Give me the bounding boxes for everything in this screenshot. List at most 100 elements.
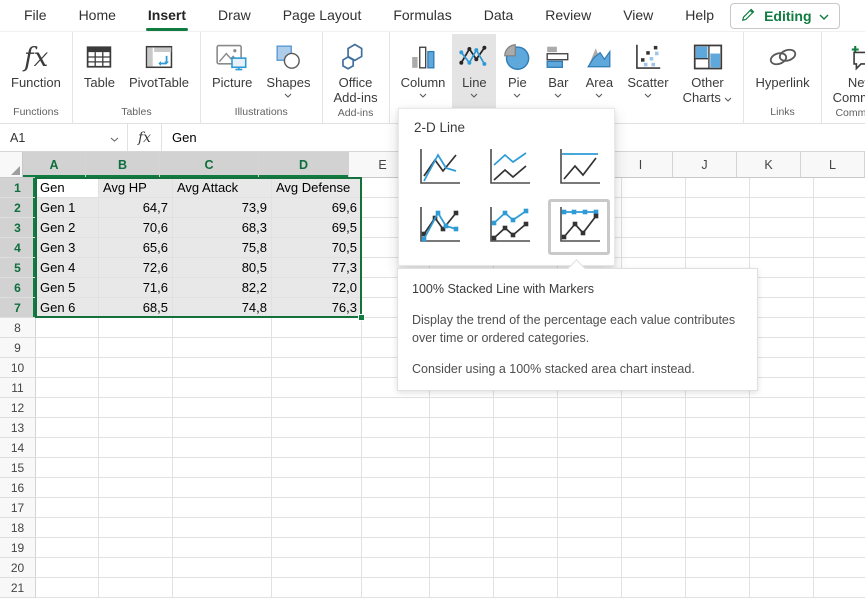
- cell-J15[interactable]: [686, 458, 750, 478]
- cell-C2[interactable]: 73,9: [173, 198, 272, 218]
- cell-L7[interactable]: [814, 298, 865, 318]
- cell-J1[interactable]: [686, 178, 750, 198]
- cell-G18[interactable]: [494, 518, 558, 538]
- cell-H19[interactable]: [558, 538, 622, 558]
- cell-A5[interactable]: Gen 4: [36, 258, 99, 278]
- cell-I17[interactable]: [622, 498, 686, 518]
- cell-D12[interactable]: [272, 398, 362, 418]
- menu-tab-insert[interactable]: Insert: [132, 0, 202, 31]
- cell-H14[interactable]: [558, 438, 622, 458]
- pivottable-button[interactable]: PivotTable: [122, 34, 196, 104]
- cell-L16[interactable]: [814, 478, 865, 498]
- cell-E19[interactable]: [362, 538, 430, 558]
- cell-G13[interactable]: [494, 418, 558, 438]
- row-header-20[interactable]: 20: [0, 558, 36, 578]
- row-header-1[interactable]: 1: [0, 178, 36, 198]
- chart-type-line-with-markers[interactable]: [408, 199, 470, 255]
- cell-D11[interactable]: [272, 378, 362, 398]
- row-header-4[interactable]: 4: [0, 238, 36, 258]
- menu-tab-formulas[interactable]: Formulas: [377, 0, 467, 31]
- cell-A2[interactable]: Gen 1: [36, 198, 99, 218]
- cell-I13[interactable]: [622, 418, 686, 438]
- cell-G17[interactable]: [494, 498, 558, 518]
- row-header-18[interactable]: 18: [0, 518, 36, 538]
- cell-I2[interactable]: [622, 198, 686, 218]
- menu-tab-home[interactable]: Home: [63, 0, 132, 31]
- cell-L14[interactable]: [814, 438, 865, 458]
- line-button[interactable]: Line: [452, 34, 496, 116]
- cell-K3[interactable]: [750, 218, 814, 238]
- cell-F12[interactable]: [430, 398, 494, 418]
- cell-L9[interactable]: [814, 338, 865, 358]
- column-header-c[interactable]: C: [160, 152, 259, 178]
- cell-L2[interactable]: [814, 198, 865, 218]
- row-header-17[interactable]: 17: [0, 498, 36, 518]
- cell-L4[interactable]: [814, 238, 865, 258]
- scatter-button[interactable]: Scatter: [620, 34, 675, 116]
- cell-L11[interactable]: [814, 378, 865, 398]
- cell-E13[interactable]: [362, 418, 430, 438]
- cell-I14[interactable]: [622, 438, 686, 458]
- cell-D5[interactable]: 77,3: [272, 258, 362, 278]
- cell-J18[interactable]: [686, 518, 750, 538]
- cell-F17[interactable]: [430, 498, 494, 518]
- cell-K12[interactable]: [750, 398, 814, 418]
- cell-K4[interactable]: [750, 238, 814, 258]
- cell-D19[interactable]: [272, 538, 362, 558]
- cell-K15[interactable]: [750, 458, 814, 478]
- cell-F16[interactable]: [430, 478, 494, 498]
- column-button[interactable]: Column: [394, 34, 453, 116]
- cell-C19[interactable]: [173, 538, 272, 558]
- row-header-19[interactable]: 19: [0, 538, 36, 558]
- cell-K2[interactable]: [750, 198, 814, 218]
- cell-G15[interactable]: [494, 458, 558, 478]
- chart-type-stacked-line-with-markers[interactable]: [478, 199, 540, 255]
- cell-I1[interactable]: [622, 178, 686, 198]
- row-header-6[interactable]: 6: [0, 278, 36, 298]
- cell-E21[interactable]: [362, 578, 430, 598]
- cell-K19[interactable]: [750, 538, 814, 558]
- cell-K1[interactable]: [750, 178, 814, 198]
- cell-A7[interactable]: Gen 6: [36, 298, 99, 318]
- cell-K5[interactable]: [750, 258, 814, 278]
- cell-C5[interactable]: 80,5: [173, 258, 272, 278]
- editing-mode-button[interactable]: Editing: [730, 3, 839, 29]
- cell-B16[interactable]: [99, 478, 173, 498]
- cell-L3[interactable]: [814, 218, 865, 238]
- menu-tab-page-layout[interactable]: Page Layout: [267, 0, 378, 31]
- cell-F18[interactable]: [430, 518, 494, 538]
- cell-F20[interactable]: [430, 558, 494, 578]
- cell-B19[interactable]: [99, 538, 173, 558]
- column-header-l[interactable]: L: [801, 152, 865, 178]
- shapes-button[interactable]: Shapes: [259, 34, 317, 104]
- picture-button[interactable]: Picture: [205, 34, 259, 104]
- cell-B18[interactable]: [99, 518, 173, 538]
- function-button[interactable]: fxFunction: [4, 34, 68, 104]
- cell-C1[interactable]: Avg Attack: [173, 178, 272, 198]
- cell-E20[interactable]: [362, 558, 430, 578]
- cell-K10[interactable]: [750, 358, 814, 378]
- menu-tab-file[interactable]: File: [8, 0, 63, 31]
- cell-D8[interactable]: [272, 318, 362, 338]
- cell-J21[interactable]: [686, 578, 750, 598]
- cell-D9[interactable]: [272, 338, 362, 358]
- insert-function-button[interactable]: fx: [128, 124, 162, 151]
- cell-I21[interactable]: [622, 578, 686, 598]
- row-header-7[interactable]: 7: [0, 298, 36, 318]
- cell-K7[interactable]: [750, 298, 814, 318]
- cell-H21[interactable]: [558, 578, 622, 598]
- cell-H12[interactable]: [558, 398, 622, 418]
- cell-F15[interactable]: [430, 458, 494, 478]
- cell-C10[interactable]: [173, 358, 272, 378]
- cell-F21[interactable]: [430, 578, 494, 598]
- cell-G19[interactable]: [494, 538, 558, 558]
- row-header-5[interactable]: 5: [0, 258, 36, 278]
- cell-E16[interactable]: [362, 478, 430, 498]
- cell-A21[interactable]: [36, 578, 99, 598]
- cell-L20[interactable]: [814, 558, 865, 578]
- cell-D3[interactable]: 69,5: [272, 218, 362, 238]
- cell-A14[interactable]: [36, 438, 99, 458]
- cell-A19[interactable]: [36, 538, 99, 558]
- cell-A9[interactable]: [36, 338, 99, 358]
- cell-D15[interactable]: [272, 458, 362, 478]
